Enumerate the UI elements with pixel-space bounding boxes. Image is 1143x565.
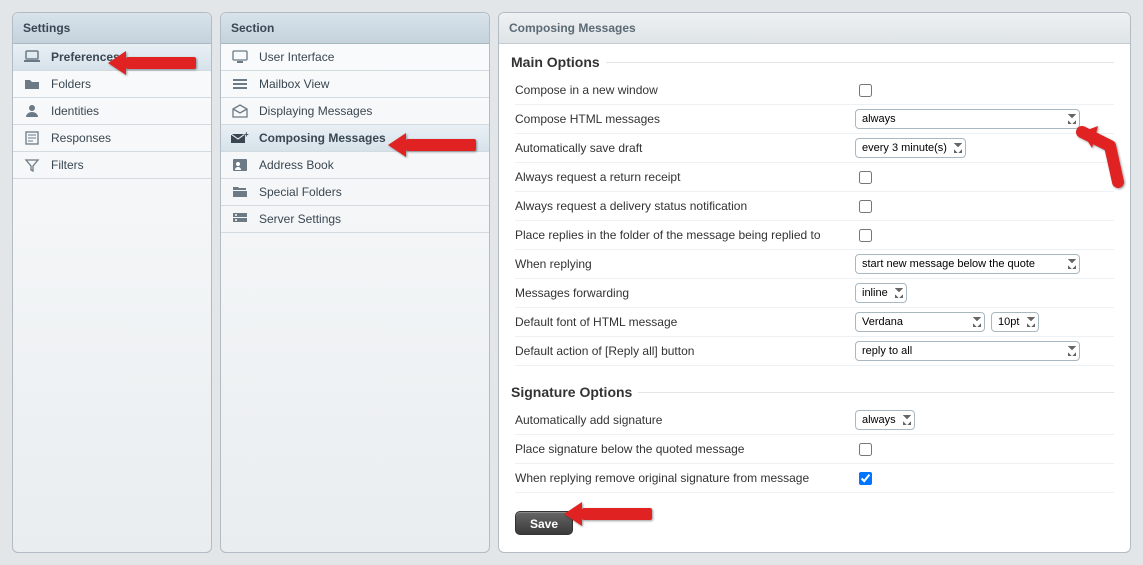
signature-options-fieldset: Signature Options Automatically add sign… <box>515 384 1114 493</box>
option-row-place-signature-below-the-quoted-message: Place signature below the quoted message <box>515 435 1114 464</box>
option-control: inline <box>855 283 1114 303</box>
option-control <box>855 440 1114 459</box>
select-default-font-size[interactable]: 10pt <box>991 312 1039 332</box>
option-label: Compose in a new window <box>515 83 855 97</box>
signature-options-legend: Signature Options <box>511 384 638 400</box>
list-item-label: Server Settings <box>259 212 341 226</box>
checkbox-place-replies-in-the-folder-of-the-message-being-replied-to[interactable] <box>859 229 872 242</box>
option-control <box>855 226 1114 245</box>
annotation-arrow-composing <box>388 133 476 157</box>
option-row-always-request-a-delivery-status-notification: Always request a delivery status notific… <box>515 192 1114 221</box>
content-title: Composing Messages <box>499 13 1130 44</box>
section-item-mailbox-view[interactable]: Mailbox View <box>221 71 489 98</box>
list-item-label: Responses <box>51 131 111 145</box>
section-header: Section <box>221 13 489 44</box>
folder-icon <box>23 77 41 91</box>
list-item-label: Composing Messages <box>259 131 386 145</box>
option-row-when-replying-remove-original-signature-from-message: When replying remove original signature … <box>515 464 1114 493</box>
option-row-compose-in-a-new-window: Compose in a new window <box>515 76 1114 105</box>
select-default-font[interactable]: Verdana <box>855 312 985 332</box>
section-item-displaying-messages[interactable]: Displaying Messages <box>221 98 489 125</box>
main-options-legend: Main Options <box>511 54 606 70</box>
option-label: Default font of HTML message <box>515 315 855 329</box>
list-item-label: Special Folders <box>259 185 342 199</box>
select-default-action-of-reply-all-button[interactable]: reply to all <box>855 341 1080 361</box>
option-label: When replying remove original signature … <box>515 471 855 485</box>
settings-item-folders[interactable]: Folders <box>13 71 211 98</box>
option-row-when-replying: When replyingstart new message below the… <box>515 250 1114 279</box>
settings-item-filters[interactable]: Filters <box>13 152 211 179</box>
section-item-server-settings[interactable]: Server Settings <box>221 206 489 233</box>
option-control: Verdana 10pt <box>855 312 1114 332</box>
option-label: Always request a return receipt <box>515 170 855 184</box>
checkbox-place-signature-below-the-quoted-message[interactable] <box>859 443 872 456</box>
option-row-compose-html-messages: Compose HTML messagesalways <box>515 105 1114 134</box>
option-control <box>855 81 1114 100</box>
option-row-place-replies-in-the-folder-of-the-message-being-replied-to: Place replies in the folder of the messa… <box>515 221 1114 250</box>
option-control: always <box>855 410 1114 430</box>
person-icon <box>23 104 41 118</box>
option-control: start new message below the quote <box>855 254 1114 274</box>
section-item-special-folders[interactable]: Special Folders <box>221 179 489 206</box>
list-item-label: Address Book <box>259 158 334 172</box>
note-icon <box>23 131 41 145</box>
filter-icon <box>23 158 41 172</box>
checkbox-always-request-a-return-receipt[interactable] <box>859 171 872 184</box>
option-label: Compose HTML messages <box>515 112 855 126</box>
option-row-automatically-add-signature: Automatically add signaturealways <box>515 406 1114 435</box>
option-control: reply to all <box>855 341 1114 361</box>
option-label: Default action of [Reply all] button <box>515 344 855 358</box>
list-item-label: Folders <box>51 77 91 91</box>
option-label: When replying <box>515 257 855 271</box>
option-row-messages-forwarding: Messages forwardinginline <box>515 279 1114 308</box>
select-when-replying[interactable]: start new message below the quote <box>855 254 1080 274</box>
laptop-icon <box>23 50 41 64</box>
settings-item-responses[interactable]: Responses <box>13 125 211 152</box>
list-item-label: Filters <box>51 158 84 172</box>
checkbox-always-request-a-delivery-status-notification[interactable] <box>859 200 872 213</box>
settings-panel: Settings PreferencesFoldersIdentitiesRes… <box>12 12 212 553</box>
list-icon <box>231 77 249 91</box>
special-folders-icon <box>231 185 249 199</box>
list-item-label: Mailbox View <box>259 77 329 91</box>
mail-compose-icon: + <box>231 131 249 145</box>
option-label: Place replies in the folder of the messa… <box>515 228 855 242</box>
option-label: Automatically save draft <box>515 141 855 155</box>
svg-text:+: + <box>244 131 249 139</box>
select-automatically-save-draft[interactable]: every 3 minute(s) <box>855 138 966 158</box>
main-options-fieldset: Main Options Compose in a new windowComp… <box>515 54 1114 366</box>
list-item-label: Identities <box>51 104 99 118</box>
settings-item-identities[interactable]: Identities <box>13 98 211 125</box>
option-row-automatically-save-draft: Automatically save draftevery 3 minute(s… <box>515 134 1114 163</box>
monitor-icon <box>231 50 249 64</box>
option-label: Automatically add signature <box>515 413 855 427</box>
select-messages-forwarding[interactable]: inline <box>855 283 907 303</box>
list-item-label: User Interface <box>259 50 334 64</box>
option-row-default-font-of-html-message: Default font of HTML messageVerdana 10pt <box>515 308 1114 337</box>
option-label: Place signature below the quoted message <box>515 442 855 456</box>
annotation-arrow-html-select <box>1070 126 1130 201</box>
settings-header: Settings <box>13 13 211 44</box>
content-panel: Composing Messages Main Options Compose … <box>498 12 1131 553</box>
select-automatically-add-signature[interactable]: always <box>855 410 915 430</box>
option-row-default-action-of-reply-all-button: Default action of [Reply all] buttonrepl… <box>515 337 1114 366</box>
checkbox-when-replying-remove-original-signature-from-message[interactable] <box>859 472 872 485</box>
contact-icon <box>231 158 249 172</box>
list-item-label: Displaying Messages <box>259 104 372 118</box>
option-control <box>855 469 1114 488</box>
annotation-arrow-preferences <box>108 51 196 75</box>
mail-open-icon <box>231 104 249 118</box>
annotation-arrow-save <box>564 502 652 526</box>
section-panel: Section User Interface Mailbox View Displa… <box>220 12 490 553</box>
option-label: Messages forwarding <box>515 286 855 300</box>
server-icon <box>231 212 249 226</box>
checkbox-compose-in-a-new-window[interactable] <box>859 84 872 97</box>
select-compose-html-messages[interactable]: always <box>855 109 1080 129</box>
section-item-user-interface[interactable]: User Interface <box>221 44 489 71</box>
option-label: Always request a delivery status notific… <box>515 199 855 213</box>
option-row-always-request-a-return-receipt: Always request a return receipt <box>515 163 1114 192</box>
